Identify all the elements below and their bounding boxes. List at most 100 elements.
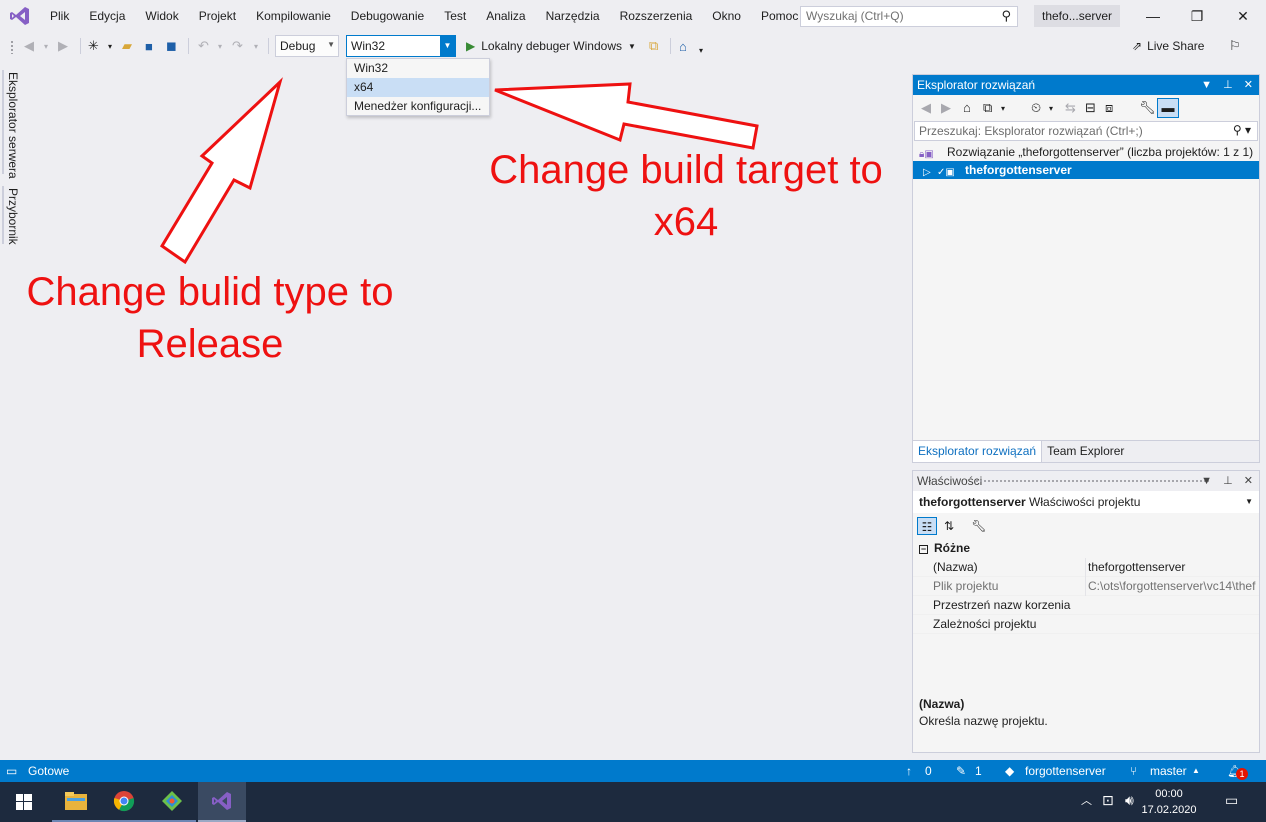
menu-tools[interactable]: Narzędzia: [536, 0, 610, 32]
solution-platform-select[interactable]: Win32 ▼: [346, 35, 456, 57]
toolbar-grip[interactable]: [10, 40, 14, 54]
branch-name[interactable]: master: [1150, 760, 1187, 782]
toolbox-tab[interactable]: Przybornik: [6, 188, 20, 245]
categorized-icon[interactable]: ☷: [917, 517, 937, 535]
close-icon[interactable]: ✕: [1244, 475, 1253, 487]
property-row[interactable]: (Nazwa) theforgottenserver: [913, 558, 1259, 577]
pin-icon[interactable]: ⊥: [1223, 79, 1233, 91]
pin-icon[interactable]: ⊥: [1223, 475, 1233, 487]
tab-team-explorer[interactable]: Team Explorer: [1042, 441, 1129, 462]
close-window-button[interactable]: ✕: [1220, 0, 1266, 32]
redo-icon[interactable]: ↷: [232, 37, 243, 55]
chevron-down-icon[interactable]: ▾: [1001, 104, 1005, 113]
volume-icon[interactable]: 🔊︎: [1125, 792, 1134, 809]
redo-dropdown-icon[interactable]: ▾: [254, 37, 258, 55]
solution-configuration-select[interactable]: Debug ▼: [275, 35, 339, 57]
window-position-icon[interactable]: ▼: [1201, 475, 1212, 487]
browser-link-icon[interactable]: ⌂: [679, 37, 687, 55]
menu-project[interactable]: Projekt: [189, 0, 246, 32]
solution-explorer-titlebar[interactable]: Eksplorator rozwiązań ▼ ⊥ ✕: [913, 75, 1259, 95]
taskbar-clock[interactable]: 00:00 17.02.2020: [1140, 786, 1198, 818]
menu-window[interactable]: Okno: [702, 0, 751, 32]
windows-start-icon[interactable]: [0, 782, 48, 822]
unpublished-commits-icon[interactable]: ↑: [906, 760, 912, 782]
collapse-all-icon[interactable]: ⊟: [1085, 100, 1096, 116]
preview-selected-icon[interactable]: ▬: [1157, 98, 1179, 118]
unpublished-commits-count[interactable]: 0: [925, 760, 932, 782]
close-icon[interactable]: ✕: [1244, 79, 1253, 91]
menu-extensions[interactable]: Rozszerzenia: [610, 0, 703, 32]
server-explorer-tab[interactable]: Eksplorator serwera: [6, 72, 20, 179]
pending-edits-count[interactable]: 1: [975, 760, 982, 782]
menu-test[interactable]: Test: [434, 0, 476, 32]
property-row[interactable]: Plik projektu C:\ots\forgottenserver\vc1…: [913, 577, 1259, 596]
chevron-up-icon[interactable]: ▲: [1192, 760, 1200, 782]
sync-icon[interactable]: ⇆: [1065, 100, 1076, 116]
repository-icon[interactable]: ◆: [1005, 760, 1014, 782]
solution-tree-node[interactable]: 🔒︎▣ Rozwiązanie „theforgottenserver” (li…: [913, 143, 1259, 161]
save-icon[interactable]: ■: [145, 37, 153, 55]
switch-views-icon[interactable]: ⧉: [983, 100, 992, 116]
pending-edits-icon[interactable]: ✎: [956, 760, 966, 782]
home-icon[interactable]: ⌂: [963, 100, 971, 115]
global-search-input[interactable]: Wyszukaj (Ctrl+Q) ⚲: [800, 6, 1018, 27]
platform-option-win32[interactable]: Win32: [347, 59, 489, 78]
show-all-files-icon[interactable]: ⧈: [1105, 100, 1113, 116]
window-position-icon[interactable]: ▼: [1201, 79, 1212, 91]
output-window-icon[interactable]: ▭: [6, 760, 17, 782]
properties-object-select[interactable]: theforgottenserver Właściwości projektu …: [913, 491, 1259, 513]
chevron-down-icon[interactable]: ▼: [628, 42, 636, 51]
chrome-browser-icon[interactable]: [100, 782, 148, 822]
back-icon[interactable]: ◀: [921, 100, 931, 116]
property-pages-wrench-icon[interactable]: 🔧︎: [969, 517, 989, 535]
chevron-down-icon[interactable]: ▼: [440, 36, 455, 56]
branch-icon[interactable]: ⑂: [1130, 760, 1137, 782]
alphabetical-icon[interactable]: ⇅: [939, 517, 959, 535]
feedback-icon[interactable]: ⚐: [1229, 37, 1241, 55]
tray-overflow-icon[interactable]: ︿: [1081, 792, 1092, 808]
project-tree-node[interactable]: ▷ ✓▣ theforgottenserver: [913, 161, 1259, 179]
action-center-icon[interactable]: ▭: [1225, 792, 1238, 809]
property-value[interactable]: theforgottenserver: [1085, 558, 1257, 577]
property-row[interactable]: Przestrzeń nazw korzenia: [913, 596, 1259, 615]
properties-titlebar[interactable]: Właściwości ▼ ⊥ ✕: [913, 471, 1259, 491]
repository-name[interactable]: forgottenserver: [1025, 760, 1106, 782]
menu-analyze[interactable]: Analiza: [476, 0, 535, 32]
menu-view[interactable]: Widok: [135, 0, 188, 32]
new-dropdown-icon[interactable]: ▾: [108, 37, 112, 55]
menu-file[interactable]: Plik: [40, 0, 79, 32]
toolbar-options-icon[interactable]: ▾: [699, 41, 703, 59]
find-in-files-icon[interactable]: ⧉: [649, 37, 658, 55]
pending-changes-icon[interactable]: ⏲: [1031, 100, 1041, 116]
undo-icon[interactable]: ↶: [198, 37, 209, 55]
git-client-icon[interactable]: [148, 782, 196, 822]
menu-build[interactable]: Kompilowanie: [246, 0, 341, 32]
visual-studio-logo-icon[interactable]: [0, 0, 40, 32]
file-explorer-icon[interactable]: [52, 782, 100, 822]
menu-edit[interactable]: Edycja: [79, 0, 135, 32]
save-all-icon[interactable]: ◼: [166, 37, 177, 55]
solution-search-input[interactable]: Przeszukaj: Eksplorator rozwiązań (Ctrl+…: [914, 121, 1258, 141]
open-folder-icon[interactable]: ▰: [122, 37, 132, 55]
maximize-button[interactable]: ❐: [1174, 0, 1220, 32]
visual-studio-taskbar-icon[interactable]: [198, 782, 246, 822]
navigate-back-icon[interactable]: ◀: [24, 37, 34, 55]
undo-dropdown-icon[interactable]: ▾: [218, 37, 222, 55]
platform-option-x64[interactable]: x64: [347, 78, 489, 97]
collapse-icon[interactable]: −: [919, 545, 928, 554]
forward-icon[interactable]: ▶: [941, 100, 951, 116]
property-category[interactable]: − Różne: [913, 539, 1259, 558]
chevron-down-icon[interactable]: ▾: [1049, 104, 1053, 113]
start-debugging-button[interactable]: ▶ Lokalny debuger Windows ▼: [466, 37, 636, 55]
menu-debug[interactable]: Debugowanie: [341, 0, 434, 32]
configuration-manager-option[interactable]: Menedżer konfiguracji...: [347, 97, 489, 116]
minimize-button[interactable]: —: [1130, 0, 1176, 32]
network-icon[interactable]: ⊡: [1102, 792, 1114, 809]
property-row[interactable]: Zależności projektu: [913, 615, 1259, 634]
back-dropdown-icon[interactable]: ▾: [44, 37, 48, 55]
navigate-forward-icon[interactable]: ▶: [58, 37, 68, 55]
new-project-icon[interactable]: ✳: [88, 37, 99, 55]
live-share-button[interactable]: ⇗ Live Share: [1132, 39, 1204, 53]
properties-wrench-icon[interactable]: 🔧︎: [1139, 100, 1156, 116]
tab-solution-explorer[interactable]: Eksplorator rozwiązań: [913, 441, 1043, 462]
